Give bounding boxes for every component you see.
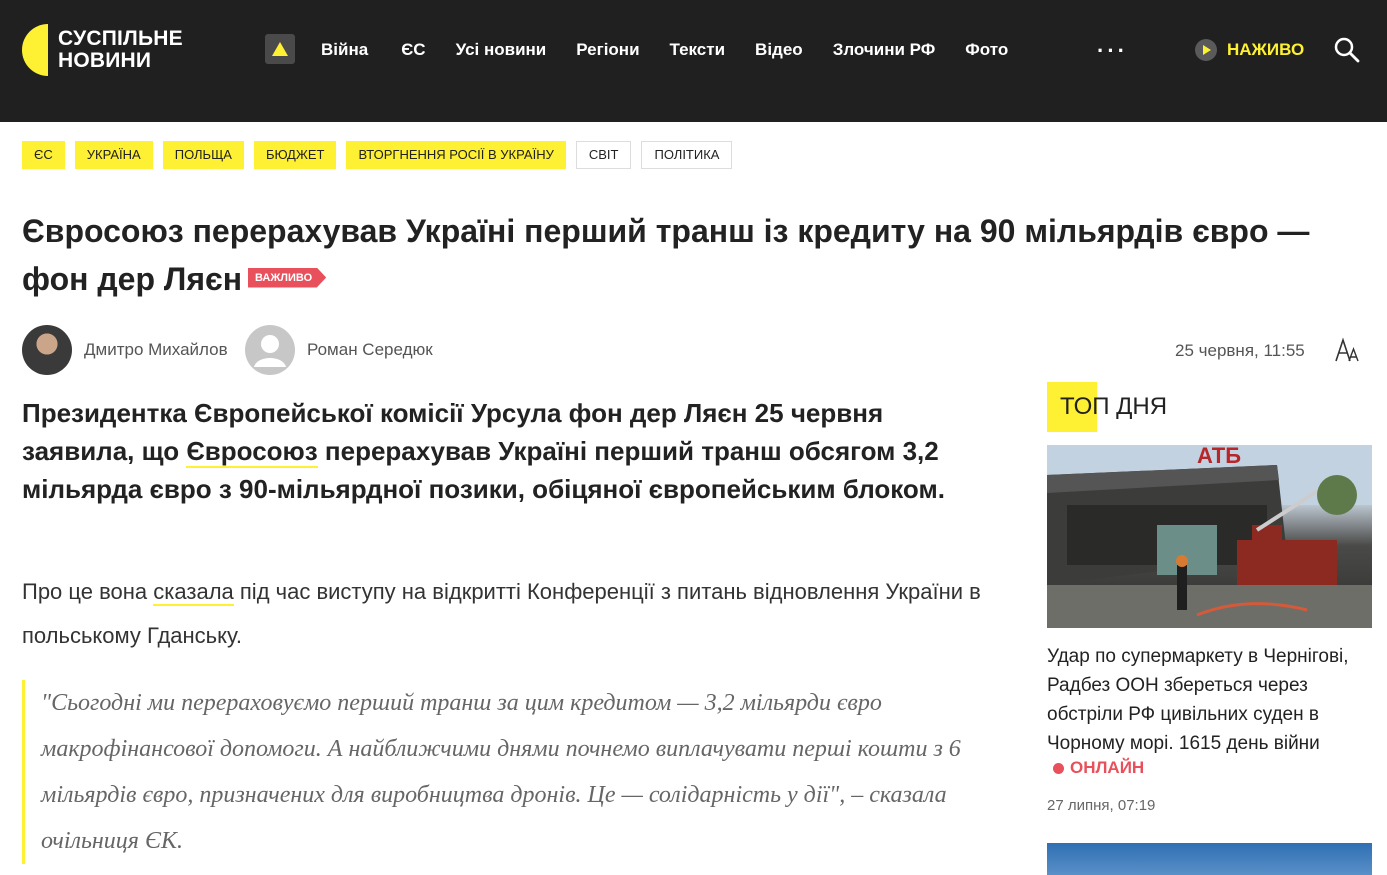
tag-invasion[interactable]: Вторгнення Росії в Україну — [346, 141, 566, 169]
author-name: Дмитро Михайлов — [84, 340, 228, 359]
logo-text: Суспільне Новини — [58, 27, 183, 72]
tag-eu[interactable]: ЄС — [22, 141, 65, 169]
eu-link[interactable]: Євросоюз — [186, 436, 318, 468]
live-button[interactable]: НАЖИВО — [1195, 38, 1304, 62]
news-image-2[interactable] — [1047, 843, 1372, 875]
tag-politics[interactable]: Політика — [641, 141, 733, 169]
warning-triangle-icon — [272, 42, 288, 56]
nav-item-video[interactable]: Відео — [755, 40, 803, 60]
author-2[interactable]: Роман Середюк — [245, 325, 433, 375]
play-icon — [1195, 39, 1217, 61]
live-label: НАЖИВО — [1227, 40, 1305, 59]
article-title-text: Євросоюз перерахував Україні перший тран… — [22, 213, 1310, 297]
tag-world[interactable]: Світ — [575, 141, 632, 169]
news-title-link[interactable]: Удар по супермаркету в Чернігові, Радбез… — [1047, 642, 1372, 758]
news-photo: АТБ — [1047, 445, 1372, 628]
tag-ukraine[interactable]: Україна — [74, 141, 153, 169]
avatar — [22, 325, 72, 375]
more-menu-button[interactable]: ··· — [1097, 38, 1128, 64]
article-lead: Президентка Європейської комісії Урсула … — [22, 398, 945, 504]
top-of-day-heading: ТОП ДНЯ — [1047, 382, 1167, 432]
tag-poland[interactable]: Польща — [162, 141, 244, 169]
nav-item-photo[interactable]: Фото — [965, 40, 1008, 60]
article-quote: "Сьогодні ми перераховуємо перший транш … — [22, 680, 992, 864]
air-alert-button[interactable] — [265, 34, 295, 64]
news-image[interactable]: АТБ — [1047, 445, 1372, 628]
publish-date: 25 червня, 11:55 — [1175, 341, 1305, 360]
tag-budget[interactable]: Бюджет — [253, 141, 337, 169]
nav-item-crimes[interactable]: Злочини РФ — [833, 40, 936, 60]
site-header: Суспільне Новини Війна ЄС Усі новини Рег… — [0, 0, 1387, 122]
font-size-icon[interactable] — [1334, 337, 1360, 363]
main-nav: Війна ЄС Усі новини Регіони Тексти Відео… — [321, 40, 1008, 60]
nav-item-all-news[interactable]: Усі новини — [456, 40, 547, 60]
svg-text:АТБ: АТБ — [1197, 445, 1241, 468]
live-dot-icon — [1053, 762, 1064, 774]
author-name: Роман Середюк — [307, 340, 433, 359]
nav-item-texts[interactable]: Тексти — [670, 40, 726, 60]
search-icon[interactable] — [1334, 37, 1360, 63]
article-paragraph: Про це вона сказала під час виступу на в… — [22, 579, 981, 648]
avatar-placeholder-icon — [245, 325, 295, 375]
article-title: Євросоюз перерахував Україні перший тран… — [22, 207, 1352, 303]
logo-mark — [22, 24, 48, 76]
tag-list: ЄС Україна Польща Бюджет Вторгнення Росі… — [22, 141, 742, 169]
online-badge: ОНЛАЙН — [1053, 758, 1144, 778]
nav-item-eu[interactable]: ЄС — [401, 40, 425, 60]
nav-item-war[interactable]: Війна — [321, 40, 368, 60]
nav-item-regions[interactable]: Регіони — [576, 40, 639, 60]
news-date: 27 липня, 07:19 — [1047, 797, 1156, 814]
site-logo[interactable]: Суспільне Новини — [22, 24, 202, 76]
source-link[interactable]: сказала — [153, 579, 234, 606]
important-badge: Важливо — [248, 267, 327, 288]
author-1[interactable]: Дмитро Михайлов — [22, 325, 228, 375]
